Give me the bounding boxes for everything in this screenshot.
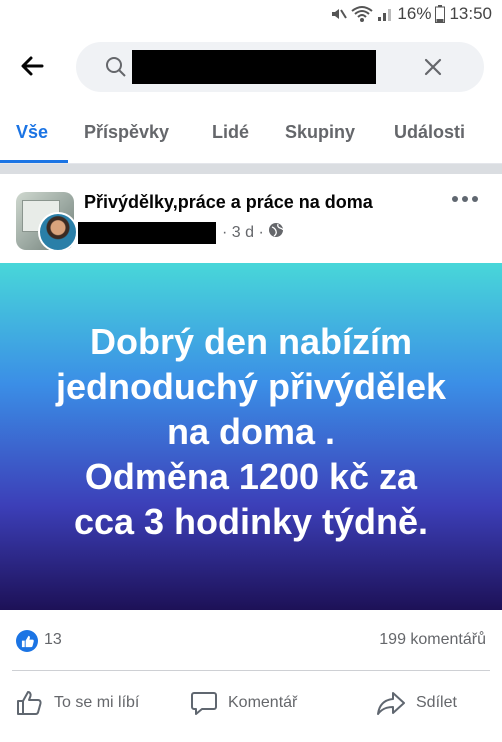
signal-icon <box>377 6 393 22</box>
thumbs-up-icon <box>17 691 42 715</box>
search-icon <box>104 55 128 84</box>
like-button-label: To se mi líbí <box>54 694 140 711</box>
comment-button[interactable]: Komentář <box>190 690 297 716</box>
back-arrow-icon <box>21 56 44 76</box>
back-button[interactable] <box>18 52 54 80</box>
like-button[interactable]: To se mi líbí <box>16 690 139 716</box>
section-separator <box>0 164 502 174</box>
post-header: Přivýdělky,práce a práce na doma · 3 d · <box>0 174 502 264</box>
share-button[interactable]: Sdílet <box>376 690 457 716</box>
author-avatar[interactable] <box>38 212 78 252</box>
comment-count[interactable]: 199 komentářů <box>379 631 486 649</box>
search-tabs: Vše Příspěvky Lidé Skupiny Události <box>0 110 502 164</box>
post-banner[interactable]: Dobrý den nabízím jednoduchý přivýdělek … <box>0 263 502 610</box>
post-actions: To se mi líbí Komentář Sdílet <box>0 672 502 736</box>
tab-posts[interactable]: Příspěvky <box>84 122 169 143</box>
comment-button-label: Komentář <box>228 694 298 711</box>
banner-line: na doma . <box>166 411 336 452</box>
comment-icon <box>191 692 217 715</box>
share-button-label: Sdílet <box>416 694 457 711</box>
post-meta: · 3 d · <box>222 222 284 243</box>
group-name[interactable]: Přivýdělky,práce a práce na doma <box>84 192 373 213</box>
redacted-author-name <box>78 222 216 244</box>
more-options-button[interactable] <box>452 196 478 202</box>
tab-events[interactable]: Události <box>394 122 465 143</box>
post-time[interactable]: · 3 d · <box>222 224 264 242</box>
battery-icon <box>435 5 446 23</box>
mute-icon <box>329 5 348 23</box>
banner-text: Dobrý den nabízím jednoduchý přivýdělek … <box>0 319 502 544</box>
like-count[interactable]: 13 <box>44 631 62 649</box>
globe-icon <box>268 222 284 243</box>
banner-line: cca 3 hodinky týdně. <box>73 501 429 542</box>
banner-line: Odměna 1200 kč za <box>84 456 418 497</box>
search-input[interactable] <box>76 42 484 92</box>
share-icon <box>377 692 405 715</box>
reactions-bar: 13 199 komentářů <box>0 610 502 668</box>
banner-line: Dobrý den nabízím <box>89 321 413 362</box>
tab-groups[interactable]: Skupiny <box>285 122 355 143</box>
search-row <box>0 38 502 94</box>
close-icon <box>424 58 442 76</box>
more-icon <box>452 196 458 202</box>
divider <box>12 670 490 671</box>
clock: 13:50 <box>449 4 492 23</box>
tab-people[interactable]: Lidé <box>212 122 249 143</box>
status-bar: 16% 13:50 <box>0 0 502 30</box>
battery-percent: 16% <box>397 4 432 23</box>
like-reaction-icon[interactable] <box>16 630 38 652</box>
tab-all[interactable]: Vše <box>16 122 48 143</box>
banner-line: jednoduchý přivýdělek <box>55 366 447 407</box>
wifi-icon <box>351 5 374 23</box>
redacted-search-query <box>132 50 376 84</box>
clear-search-button[interactable] <box>422 56 444 83</box>
